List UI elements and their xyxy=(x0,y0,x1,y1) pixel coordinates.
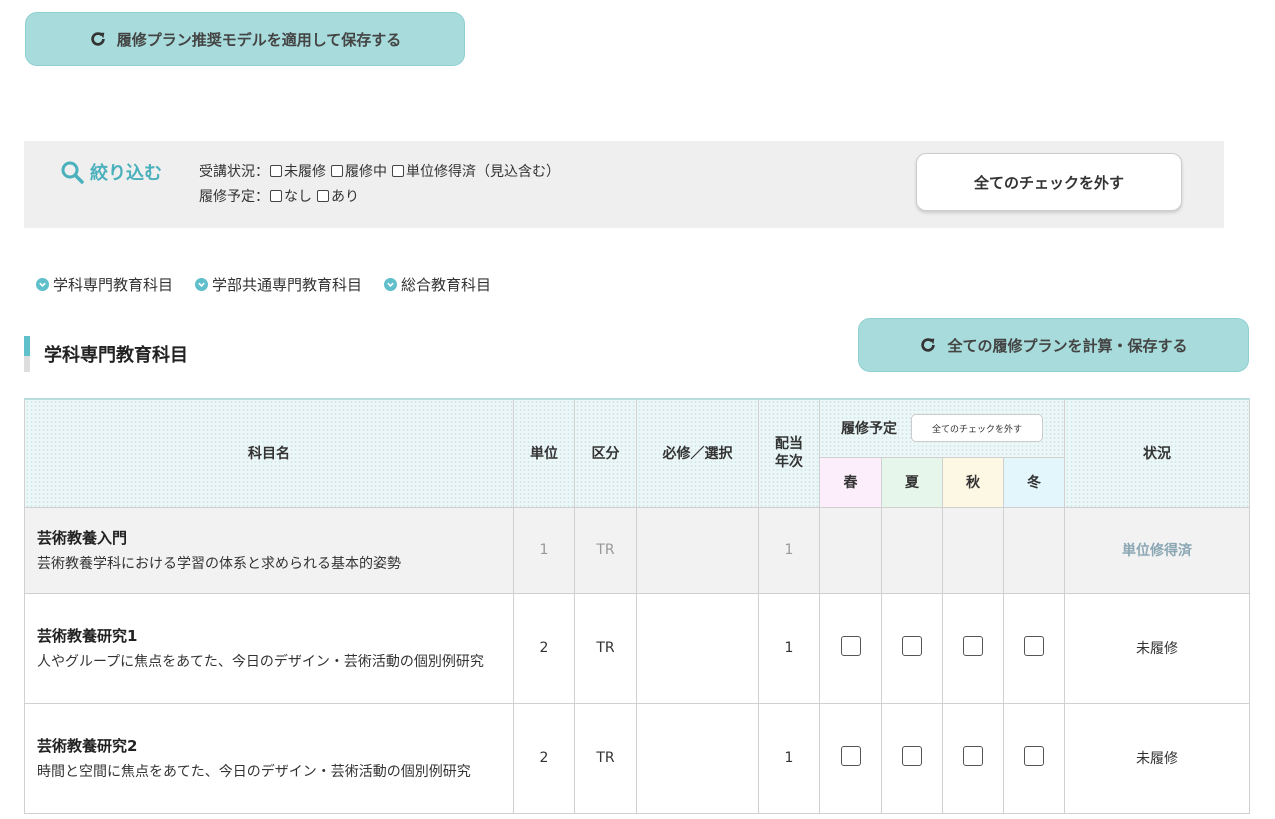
header-plan: 履修予定 全てのチェックを外す xyxy=(819,398,1065,458)
course-table: 科目名 単位 区分 必修／選択 配当年次 履修予定 全てのチェックを外す 状況 … xyxy=(24,398,1250,814)
summer-cell xyxy=(881,506,943,594)
autumn-cell xyxy=(942,702,1004,814)
course-name-cell: 芸術教養研究2 時間と空間に焦点をあてた、今日のデザイン・芸術活動の個別例研究 xyxy=(24,702,514,814)
course-name-cell: 芸術教養研究1 人やグループに焦点をあてた、今日のデザイン・芸術活動の個別例研究 xyxy=(24,592,514,704)
table-row: 芸術教養研究1 人やグループに焦点をあてた、今日のデザイン・芸術活動の個別例研究… xyxy=(24,592,1250,704)
header-credits: 単位 xyxy=(513,398,575,508)
category-links: 学科専門教育科目 学部共通専門教育科目 総合教育科目 xyxy=(36,274,491,295)
apply-recommended-model-button[interactable]: 履修プラン推奨モデルを適用して保存する xyxy=(25,12,465,66)
chevron-down-icon xyxy=(195,278,209,291)
status-option-completed[interactable]: 単位修得済（見込含む） xyxy=(391,161,560,181)
table-row: 芸術教養入門 芸術教養学科における学習の体系と求められる基本的姿勢 1 TR 1… xyxy=(24,506,1250,594)
plan-checkbox-winter[interactable] xyxy=(1024,746,1044,766)
autumn-cell xyxy=(942,592,1004,704)
header-summer: 夏 xyxy=(881,456,943,508)
year-cell: 1 xyxy=(758,592,820,704)
section-marker xyxy=(24,336,30,372)
header-year: 配当年次 xyxy=(758,398,820,508)
checkbox[interactable] xyxy=(331,165,343,177)
plan-checkbox-summer[interactable] xyxy=(902,746,922,766)
course-desc: 人やグループに焦点をあてた、今日のデザイン・芸術活動の個別例研究 xyxy=(37,653,484,670)
reload-icon xyxy=(90,32,105,46)
status-cell: 未履修 xyxy=(1064,592,1250,704)
calc-button-label: 全ての履修プランを計算・保存する xyxy=(947,336,1188,355)
credits-cell: 2 xyxy=(513,702,575,814)
year-cell: 1 xyxy=(758,506,820,594)
required-cell xyxy=(636,506,759,594)
status-option-enrolled[interactable]: 履修中 xyxy=(330,161,387,181)
filter-panel: 絞り込む 受講状況： 未履修 履修中 単位修得済（見込含む） 履修予定： なし … xyxy=(24,141,1224,228)
plan-checkbox-autumn[interactable] xyxy=(963,636,983,656)
winter-cell xyxy=(1003,702,1065,814)
header-autumn: 秋 xyxy=(942,456,1004,508)
header-type: 区分 xyxy=(574,398,637,508)
filter-title-text: 絞り込む xyxy=(90,163,162,184)
status-label: 受講状況： xyxy=(199,164,269,180)
course-name: 芸術教養研究2 xyxy=(37,736,138,755)
course-name-cell: 芸術教養入門 芸術教養学科における学習の体系と求められる基本的姿勢 xyxy=(24,506,514,594)
category-link-general[interactable]: 総合教育科目 xyxy=(384,274,491,295)
winter-cell xyxy=(1003,592,1065,704)
course-name: 芸術教養入門 xyxy=(37,528,128,547)
uncheck-all-button[interactable]: 全てのチェックを外す xyxy=(916,153,1182,211)
winter-cell xyxy=(1003,506,1065,594)
autumn-cell xyxy=(942,506,1004,594)
header-spring: 春 xyxy=(819,456,882,508)
table-row: 芸術教養研究2 時間と空間に焦点をあてた、今日のデザイン・芸術活動の個別例研究 … xyxy=(24,702,1250,814)
required-cell xyxy=(636,702,759,814)
spring-cell xyxy=(819,702,882,814)
header-required: 必修／選択 xyxy=(636,398,759,508)
plan-label: 履修予定： xyxy=(199,189,269,205)
checkbox[interactable] xyxy=(392,165,404,177)
year-cell: 1 xyxy=(758,702,820,814)
status-option-unenrolled[interactable]: 未履修 xyxy=(269,161,326,181)
plan-option-exists[interactable]: あり xyxy=(316,186,359,206)
credits-cell: 1 xyxy=(513,506,575,594)
header-winter: 冬 xyxy=(1003,456,1065,508)
status-cell: 未履修 xyxy=(1064,702,1250,814)
plan-checkbox-summer[interactable] xyxy=(902,636,922,656)
category-link-faculty-common[interactable]: 学部共通専門教育科目 xyxy=(195,274,362,295)
checkbox[interactable] xyxy=(317,190,329,202)
checkbox[interactable] xyxy=(270,190,282,202)
plan-checkbox-spring[interactable] xyxy=(840,636,861,656)
spring-cell xyxy=(819,592,882,704)
plan-checkbox-winter[interactable] xyxy=(1024,636,1044,656)
spring-cell xyxy=(819,506,882,594)
search-icon xyxy=(61,161,84,184)
plan-uncheck-all-button[interactable]: 全てのチェックを外す xyxy=(911,414,1043,443)
course-name: 芸術教養研究1 xyxy=(37,626,138,645)
chevron-down-icon xyxy=(36,278,49,291)
section-title: 学科専門教育科目 xyxy=(44,345,188,366)
header-status: 状況 xyxy=(1064,398,1250,508)
header-course-name: 科目名 xyxy=(24,398,514,508)
calculate-save-all-button[interactable]: 全ての履修プランを計算・保存する xyxy=(858,318,1249,372)
plan-option-none[interactable]: なし xyxy=(269,186,312,206)
course-desc: 芸術教養学科における学習の体系と求められる基本的姿勢 xyxy=(37,555,401,572)
apply-button-label: 履修プラン推奨モデルを適用して保存する xyxy=(116,30,402,49)
type-cell: TR xyxy=(574,506,637,594)
summer-cell xyxy=(881,592,943,704)
plan-checkbox-autumn[interactable] xyxy=(963,746,983,766)
chevron-down-icon xyxy=(384,278,398,291)
reload-icon xyxy=(921,338,936,352)
status-filter-row: 受講状況： 未履修 履修中 単位修得済（見込含む） xyxy=(199,161,564,181)
type-cell: TR xyxy=(574,702,637,814)
required-cell xyxy=(636,592,759,704)
plan-filter-row: 履修予定： なし あり xyxy=(199,186,363,206)
status-cell: 単位修得済 xyxy=(1064,506,1250,594)
checkbox[interactable] xyxy=(270,165,282,177)
filter-title: 絞り込む xyxy=(60,159,162,185)
category-link-department[interactable]: 学科専門教育科目 xyxy=(36,274,173,295)
type-cell: TR xyxy=(574,592,637,704)
credits-cell: 2 xyxy=(513,592,575,704)
course-desc: 時間と空間に焦点をあてた、今日のデザイン・芸術活動の個別例研究 xyxy=(37,763,471,780)
summer-cell xyxy=(881,702,943,814)
plan-checkbox-spring[interactable] xyxy=(840,746,861,766)
